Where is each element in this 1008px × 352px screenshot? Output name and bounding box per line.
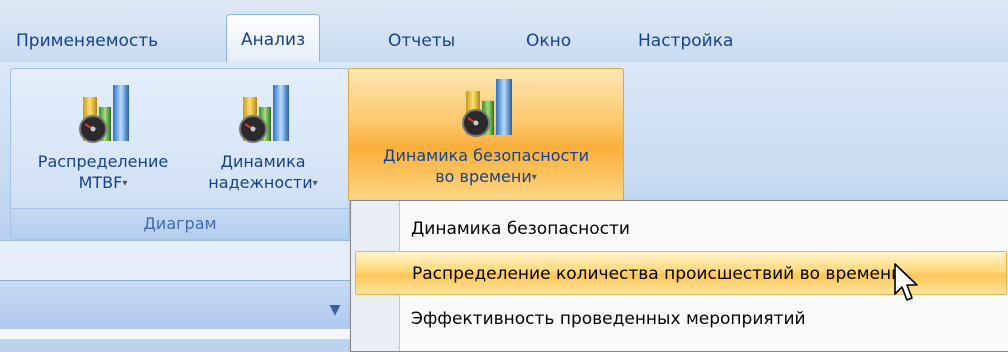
tab-applicability[interactable]: Применяемость	[4, 22, 170, 60]
menu-item-safety-dynamics[interactable]: Динамика безопасности	[351, 207, 1008, 251]
mtbf-distribution-label-2: MTBF	[78, 173, 123, 192]
mouse-cursor-icon	[894, 263, 918, 301]
ribbon-group-label: Диаграм	[11, 208, 349, 239]
safety-dynamics-over-time-button[interactable]: Динамика безопасности во времени▾	[348, 68, 624, 202]
chart-gauge-icon	[239, 85, 289, 143]
chevron-down-icon: ▾	[312, 178, 318, 189]
reliability-dynamics-label-1: Динамика	[220, 152, 306, 171]
collapse-arrow-icon[interactable]: ▼	[326, 303, 344, 317]
mtbf-distribution-button[interactable]: Распределение MTBF▾	[15, 75, 191, 205]
reliability-dynamics-button[interactable]: Динамика надежности▾	[193, 75, 333, 205]
tab-settings[interactable]: Настройка	[626, 22, 745, 60]
safety-dynamics-label-2: во времени	[435, 167, 532, 186]
chevron-down-icon: ▾	[531, 172, 537, 183]
chart-gauge-icon	[462, 79, 512, 137]
tab-analysis[interactable]: Анализ	[226, 14, 321, 63]
mtbf-distribution-label-1: Распределение	[37, 152, 169, 171]
ribbon-tab-strip: Применяемость Анализ Отчеты Окно Настрой…	[0, 0, 1008, 63]
chart-gauge-icon	[79, 85, 129, 143]
tab-window[interactable]: Окно	[514, 22, 583, 60]
safety-dynamics-label-1: Динамика безопасности	[382, 146, 590, 165]
chevron-down-icon: ▾	[122, 178, 128, 189]
ribbon-group-charts: Распределение MTBF▾ Динамика надежности▾…	[10, 68, 350, 240]
reliability-dynamics-label-2: надежности	[208, 173, 313, 192]
tab-reports[interactable]: Отчеты	[376, 22, 467, 60]
